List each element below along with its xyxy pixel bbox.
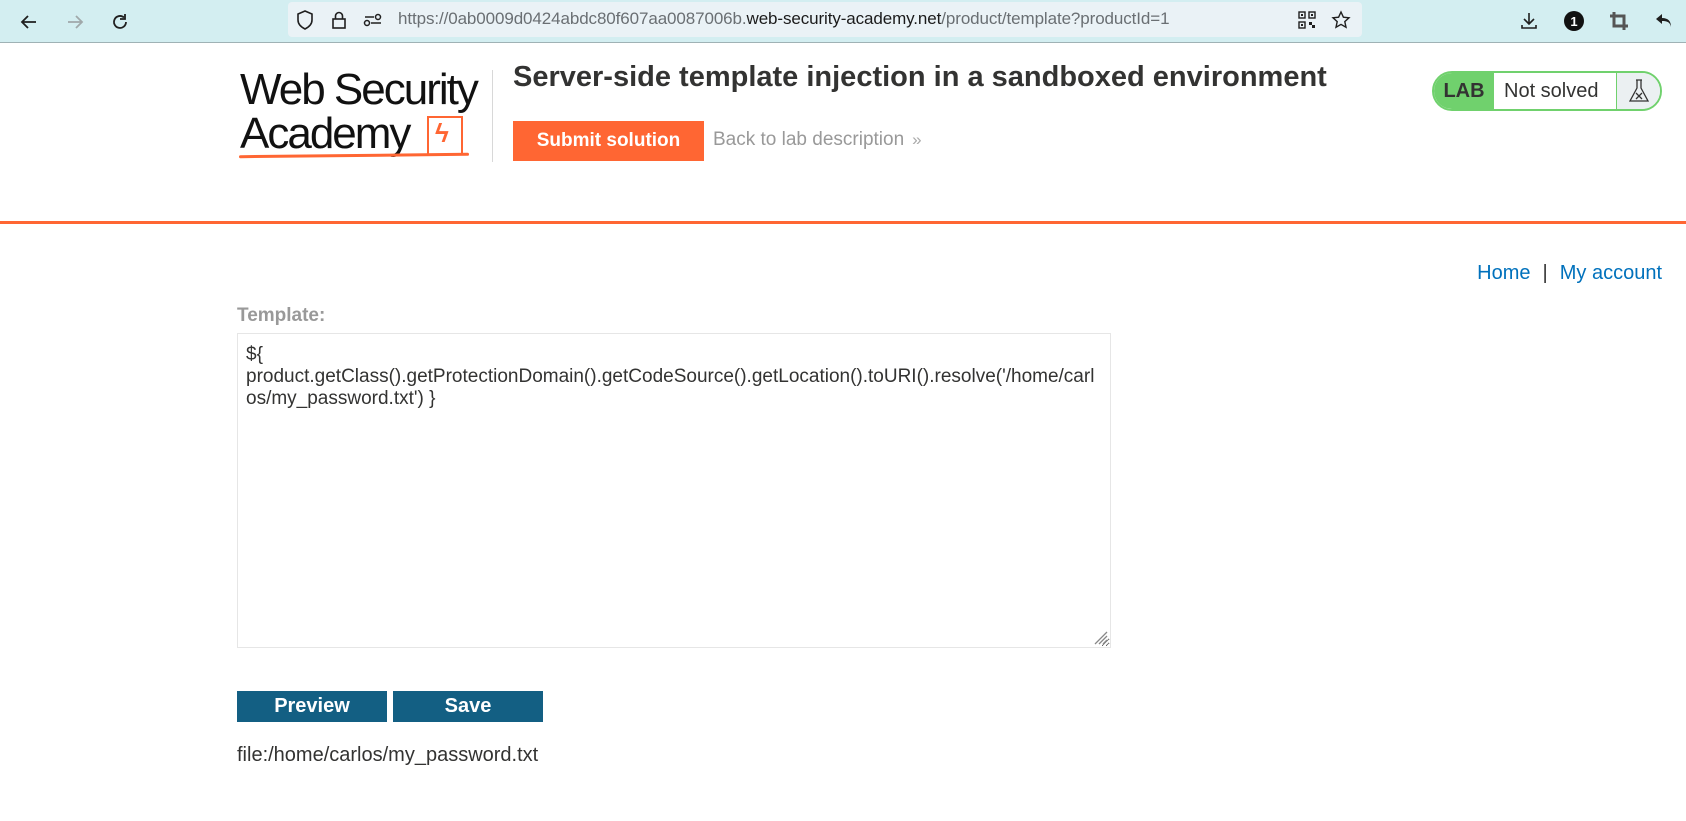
my-account-link[interactable]: My account bbox=[1560, 262, 1662, 284]
svg-text:1: 1 bbox=[1570, 14, 1577, 29]
template-textarea[interactable]: ${ product.getClass().getProtectionDomai… bbox=[237, 333, 1111, 648]
double-chevron-right-icon: » bbox=[912, 130, 922, 149]
back-to-lab-description-link[interactable]: Back to lab description » bbox=[713, 129, 922, 151]
home-link[interactable]: Home bbox=[1477, 262, 1530, 284]
undo-icon[interactable] bbox=[1650, 7, 1678, 35]
arrow-left-icon bbox=[20, 15, 36, 29]
save-button[interactable]: Save bbox=[393, 691, 543, 722]
star-icon[interactable] bbox=[1330, 9, 1352, 31]
back-button[interactable] bbox=[14, 7, 44, 37]
submit-solution-button[interactable]: Submit solution bbox=[513, 121, 704, 161]
lab-label: LAB bbox=[1434, 73, 1494, 109]
top-nav: Home | My account bbox=[1477, 262, 1662, 285]
extension-badge-icon[interactable]: 1 bbox=[1560, 7, 1588, 35]
forward-button[interactable] bbox=[60, 7, 90, 37]
permissions-icon[interactable] bbox=[362, 9, 384, 31]
header-divider-rule bbox=[0, 221, 1686, 224]
address-bar[interactable]: https://0ab0009d0424abdc80f607aa0087006b… bbox=[288, 2, 1362, 37]
download-icon[interactable] bbox=[1515, 7, 1543, 35]
header-divider bbox=[492, 70, 493, 162]
logo-text-line2: Academy bbox=[240, 109, 411, 158]
template-label: Template: bbox=[237, 305, 326, 326]
logo-text-line1: Web Security bbox=[240, 65, 479, 114]
reload-button[interactable] bbox=[105, 7, 135, 37]
url-prefix: https://0ab0009d0424abdc80f607aa0087006b… bbox=[398, 9, 747, 28]
reload-icon bbox=[113, 14, 127, 29]
url-host: web-security-academy.net bbox=[746, 9, 942, 28]
lock-icon[interactable] bbox=[328, 9, 350, 31]
web-security-academy-logo[interactable]: Web Security Academy ϟ bbox=[237, 66, 492, 166]
preview-output: file:/home/carlos/my_password.txt bbox=[237, 744, 539, 766]
lab-status-badge: LAB Not solved bbox=[1432, 71, 1662, 111]
resize-grip-icon[interactable] bbox=[1092, 629, 1108, 645]
url-text[interactable]: https://0ab0009d0424abdc80f607aa0087006b… bbox=[398, 9, 1170, 29]
crop-icon[interactable] bbox=[1605, 7, 1633, 35]
preview-button[interactable]: Preview bbox=[237, 691, 387, 722]
shield-icon[interactable] bbox=[294, 9, 316, 31]
lab-status-text: Not solved bbox=[1494, 73, 1617, 109]
back-link-label: Back to lab description bbox=[713, 129, 905, 150]
arrow-right-icon bbox=[68, 15, 84, 29]
lightning-bolt-icon: ϟ bbox=[435, 118, 449, 148]
browser-toolbar: https://0ab0009d0424abdc80f607aa0087006b… bbox=[0, 0, 1686, 43]
qr-code-icon[interactable] bbox=[1296, 9, 1318, 31]
nav-separator: | bbox=[1542, 262, 1548, 284]
flask-icon bbox=[1617, 73, 1660, 109]
lab-title: Server-side template injection in a sand… bbox=[513, 61, 1327, 93]
url-path: /product/template?productId=1 bbox=[941, 9, 1170, 28]
